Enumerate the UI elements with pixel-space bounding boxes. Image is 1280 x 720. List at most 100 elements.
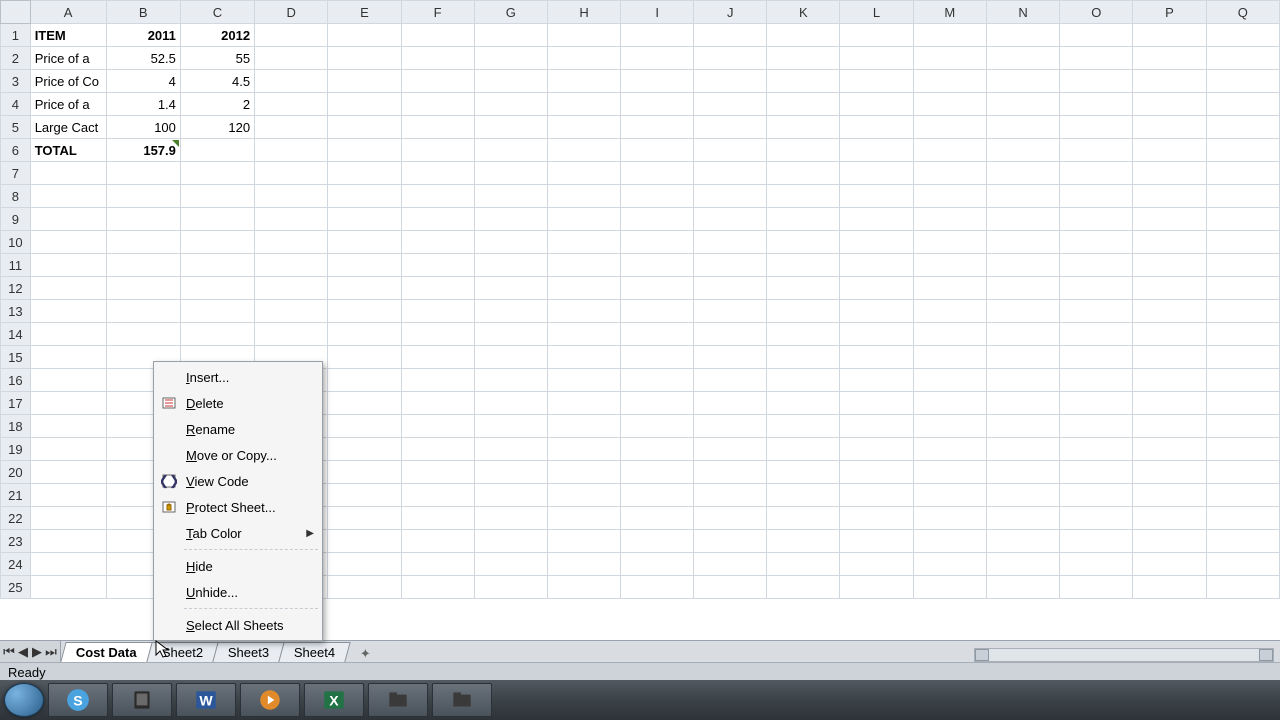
menu-item-protect-sheet[interactable]: Protect Sheet...: [154, 494, 322, 520]
col-header-A[interactable]: A: [30, 1, 106, 24]
cell-L24[interactable]: [840, 553, 913, 576]
cell-I1[interactable]: [621, 24, 694, 47]
cell-B12[interactable]: [106, 277, 180, 300]
cell-J15[interactable]: [694, 346, 767, 369]
cell-G9[interactable]: [474, 208, 547, 231]
cell-P19[interactable]: [1133, 438, 1206, 461]
cell-J16[interactable]: [694, 369, 767, 392]
row-header-21[interactable]: 21: [1, 484, 31, 507]
row-header-16[interactable]: 16: [1, 369, 31, 392]
cell-D8[interactable]: [255, 185, 328, 208]
cell-G16[interactable]: [474, 369, 547, 392]
cell-N10[interactable]: [986, 231, 1059, 254]
cell-P8[interactable]: [1133, 185, 1206, 208]
col-header-K[interactable]: K: [767, 1, 840, 24]
cell-N22[interactable]: [986, 507, 1059, 530]
cell-Q15[interactable]: [1206, 346, 1279, 369]
cell-Q6[interactable]: [1206, 139, 1279, 162]
cell-O5[interactable]: [1060, 116, 1133, 139]
cell-M8[interactable]: [913, 185, 986, 208]
cell-N16[interactable]: [986, 369, 1059, 392]
cell-H5[interactable]: [547, 116, 620, 139]
cell-F14[interactable]: [401, 323, 474, 346]
cell-K12[interactable]: [767, 277, 840, 300]
cell-E14[interactable]: [328, 323, 401, 346]
cell-H24[interactable]: [547, 553, 620, 576]
cell-P11[interactable]: [1133, 254, 1206, 277]
cell-L5[interactable]: [840, 116, 913, 139]
cell-O17[interactable]: [1060, 392, 1133, 415]
row-header-8[interactable]: 8: [1, 185, 31, 208]
cell-C4[interactable]: 2: [180, 93, 254, 116]
cell-F7[interactable]: [401, 162, 474, 185]
cell-A12[interactable]: [30, 277, 106, 300]
row-header-23[interactable]: 23: [1, 530, 31, 553]
cell-I19[interactable]: [621, 438, 694, 461]
cell-L25[interactable]: [840, 576, 913, 599]
hscroll-thumb-right[interactable]: [1259, 649, 1273, 661]
cell-H14[interactable]: [547, 323, 620, 346]
cell-K3[interactable]: [767, 70, 840, 93]
cell-G24[interactable]: [474, 553, 547, 576]
cell-A6[interactable]: TOTAL: [30, 139, 106, 162]
cell-D12[interactable]: [255, 277, 328, 300]
cell-H3[interactable]: [547, 70, 620, 93]
cell-P3[interactable]: [1133, 70, 1206, 93]
cell-L3[interactable]: [840, 70, 913, 93]
cell-Q18[interactable]: [1206, 415, 1279, 438]
cell-P10[interactable]: [1133, 231, 1206, 254]
cell-M21[interactable]: [913, 484, 986, 507]
cell-I17[interactable]: [621, 392, 694, 415]
cell-F20[interactable]: [401, 461, 474, 484]
cell-M9[interactable]: [913, 208, 986, 231]
cell-H16[interactable]: [547, 369, 620, 392]
cell-D13[interactable]: [255, 300, 328, 323]
cell-P9[interactable]: [1133, 208, 1206, 231]
cell-F13[interactable]: [401, 300, 474, 323]
cell-L8[interactable]: [840, 185, 913, 208]
cell-F2[interactable]: [401, 47, 474, 70]
cell-N17[interactable]: [986, 392, 1059, 415]
cell-F8[interactable]: [401, 185, 474, 208]
cell-K24[interactable]: [767, 553, 840, 576]
cell-N23[interactable]: [986, 530, 1059, 553]
cell-O11[interactable]: [1060, 254, 1133, 277]
row-header-5[interactable]: 5: [1, 116, 31, 139]
cell-F5[interactable]: [401, 116, 474, 139]
cell-J3[interactable]: [694, 70, 767, 93]
cell-L12[interactable]: [840, 277, 913, 300]
cell-N3[interactable]: [986, 70, 1059, 93]
cell-J22[interactable]: [694, 507, 767, 530]
col-header-N[interactable]: N: [986, 1, 1059, 24]
cell-L7[interactable]: [840, 162, 913, 185]
cell-E11[interactable]: [328, 254, 401, 277]
cell-Q1[interactable]: [1206, 24, 1279, 47]
row-header-18[interactable]: 18: [1, 415, 31, 438]
cell-G25[interactable]: [474, 576, 547, 599]
row-header-12[interactable]: 12: [1, 277, 31, 300]
cell-F25[interactable]: [401, 576, 474, 599]
cell-C10[interactable]: [180, 231, 254, 254]
cell-G12[interactable]: [474, 277, 547, 300]
cell-E3[interactable]: [328, 70, 401, 93]
cell-P22[interactable]: [1133, 507, 1206, 530]
cell-G2[interactable]: [474, 47, 547, 70]
cell-E22[interactable]: [328, 507, 401, 530]
cell-L1[interactable]: [840, 24, 913, 47]
cell-D14[interactable]: [255, 323, 328, 346]
col-header-C[interactable]: C: [180, 1, 254, 24]
cell-D2[interactable]: [255, 47, 328, 70]
cell-L16[interactable]: [840, 369, 913, 392]
cell-N2[interactable]: [986, 47, 1059, 70]
cell-P6[interactable]: [1133, 139, 1206, 162]
cell-J6[interactable]: [694, 139, 767, 162]
cell-J13[interactable]: [694, 300, 767, 323]
cell-D1[interactable]: [255, 24, 328, 47]
cell-G17[interactable]: [474, 392, 547, 415]
cell-M23[interactable]: [913, 530, 986, 553]
cell-F18[interactable]: [401, 415, 474, 438]
cell-G1[interactable]: [474, 24, 547, 47]
cell-K23[interactable]: [767, 530, 840, 553]
cell-E5[interactable]: [328, 116, 401, 139]
taskbar-media[interactable]: [240, 683, 300, 717]
